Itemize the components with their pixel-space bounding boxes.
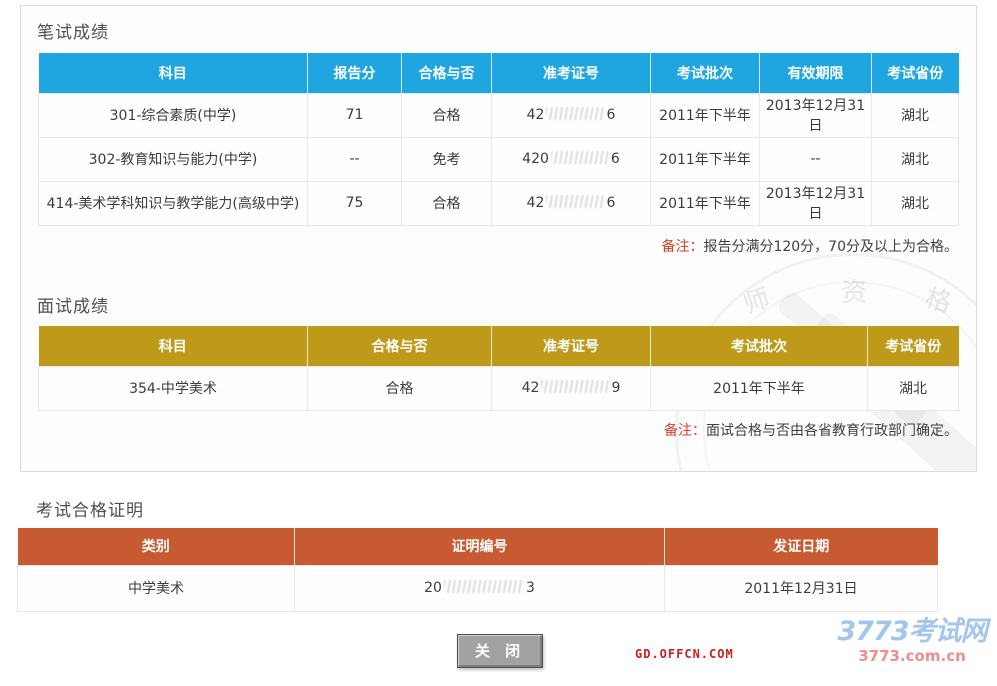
col-header-pass: 合格与否 [402,53,492,93]
cell-province: 湖北 [868,366,959,410]
table-row: 354-中学美术 合格 42 9 2011年下半年 湖北 [39,366,959,410]
cert-suffix: 3 [526,580,535,596]
cell-pass: 合格 [402,181,492,225]
cell-ticket: 42 6 [492,181,651,225]
scores-panel: 师 资 格 笔试成绩 科目 报告分 合格与否 准考证号 考试批次 有效期限 考试… [20,5,977,472]
interview-note: 备注：面试合格与否由各省教育行政部门确定。 [38,420,958,440]
cell-batch: 2011年下半年 [651,181,760,225]
cert-prefix: 20 [424,580,442,596]
written-header-row: 科目 报告分 合格与否 准考证号 考试批次 有效期限 考试省份 [39,53,959,93]
col-header-pass: 合格与否 [308,326,492,366]
cell-ticket: 42 9 [492,366,651,410]
cell-score: 75 [308,181,402,225]
ticket-prefix: 420 [522,151,549,167]
cell-valid: -- [760,137,872,181]
certificate-header-row: 类别 证明编号 发证日期 [18,528,938,565]
table-row: 301-综合素质(中学) 71 合格 42 6 2011年下半年 2013年12月… [39,93,959,137]
site-logo: 3773考试网 3773.com.cn [826,617,997,664]
redacted-digits [546,107,604,120]
seal-watermark-char: 资 [841,272,867,309]
offcn-watermark: GD.OFFCN.COM [635,647,734,661]
site-logo-name: 3773考试网 [826,617,997,647]
cell-subject: 414-美术学科知识与教学能力(高级中学) [39,181,308,225]
redacted-digits [541,380,609,393]
cell-score: 71 [308,93,402,137]
col-header-subject: 科目 [39,326,308,366]
note-text: 面试合格与否由各省教育行政部门确定。 [706,423,958,439]
table-row: 中学美术 20 3 2011年12月31日 [18,565,938,611]
col-header-ticket: 准考证号 [492,53,651,93]
col-header-ticket: 准考证号 [492,326,651,366]
cell-cert-number: 20 3 [295,565,665,611]
col-header-valid: 有效期限 [760,53,872,93]
note-label: 备注： [661,239,703,255]
col-header-subject: 科目 [39,53,308,93]
ticket-prefix: 42 [522,380,540,396]
ticket-suffix: 6 [606,195,615,211]
certificate-table: 类别 证明编号 发证日期 中学美术 20 3 2011年12月31日 [17,528,938,612]
col-header-cert-number: 证明编号 [295,528,665,565]
cell-batch: 2011年下半年 [651,366,868,410]
redacted-digits [551,151,609,164]
col-header-score: 报告分 [308,53,402,93]
interview-header-row: 科目 合格与否 准考证号 考试批次 考试省份 [39,326,959,366]
cell-valid: 2013年12月31日 [760,181,872,225]
table-row: 302-教育知识与能力(中学) -- 免考 420 6 2011年下半年 -- 湖… [39,137,959,181]
cell-subject: 301-综合素质(中学) [39,93,308,137]
cell-pass: 合格 [402,93,492,137]
cell-subject: 302-教育知识与能力(中学) [39,137,308,181]
ticket-suffix: 6 [606,107,615,123]
ticket-prefix: 42 [527,195,545,211]
col-header-issue-date: 发证日期 [665,528,938,565]
col-header-province: 考试省份 [868,326,959,366]
cell-category: 中学美术 [18,565,295,611]
site-logo-domain: 3773.com.cn [826,648,997,664]
cell-batch: 2011年下半年 [651,137,760,181]
cell-subject: 354-中学美术 [39,366,308,410]
cell-ticket: 420 6 [492,137,651,181]
written-note: 备注：报告分满分120分，70分及以上为合格。 [38,236,958,256]
col-header-province: 考试省份 [872,53,959,93]
note-text: 报告分满分120分，70分及以上为合格。 [703,239,958,255]
seal-watermark-char: 格 [921,277,956,320]
ticket-suffix: 9 [611,380,620,396]
cell-province: 湖北 [872,137,959,181]
redacted-digits [546,195,604,208]
written-scores-table: 科目 报告分 合格与否 准考证号 考试批次 有效期限 考试省份 301-综合素质… [38,53,959,226]
cell-pass: 合格 [308,366,492,410]
cell-ticket: 42 6 [492,93,651,137]
ticket-prefix: 42 [527,107,545,123]
cell-pass: 免考 [402,137,492,181]
col-header-batch: 考试批次 [651,53,760,93]
ticket-suffix: 6 [611,151,620,167]
cell-score: -- [308,137,402,181]
cell-province: 湖北 [872,181,959,225]
cell-batch: 2011年下半年 [651,93,760,137]
close-button[interactable]: 关 闭 [457,634,543,668]
cell-valid: 2013年12月31日 [760,93,872,137]
seal-watermark-char: 师 [738,278,774,321]
interview-scores-title: 面试成绩 [37,292,109,317]
written-scores-title: 笔试成绩 [37,18,109,43]
cell-issue-date: 2011年12月31日 [665,565,938,611]
col-header-batch: 考试批次 [651,326,868,366]
col-header-category: 类别 [18,528,295,565]
table-row: 414-美术学科知识与教学能力(高级中学) 75 合格 42 6 2011年下半年… [39,181,959,225]
certificate-title: 考试合格证明 [36,496,144,521]
note-label: 备注： [664,423,706,439]
interview-scores-table: 科目 合格与否 准考证号 考试批次 考试省份 354-中学美术 合格 42 9 2… [38,326,959,411]
redacted-digits [444,580,524,593]
cell-province: 湖北 [872,93,959,137]
